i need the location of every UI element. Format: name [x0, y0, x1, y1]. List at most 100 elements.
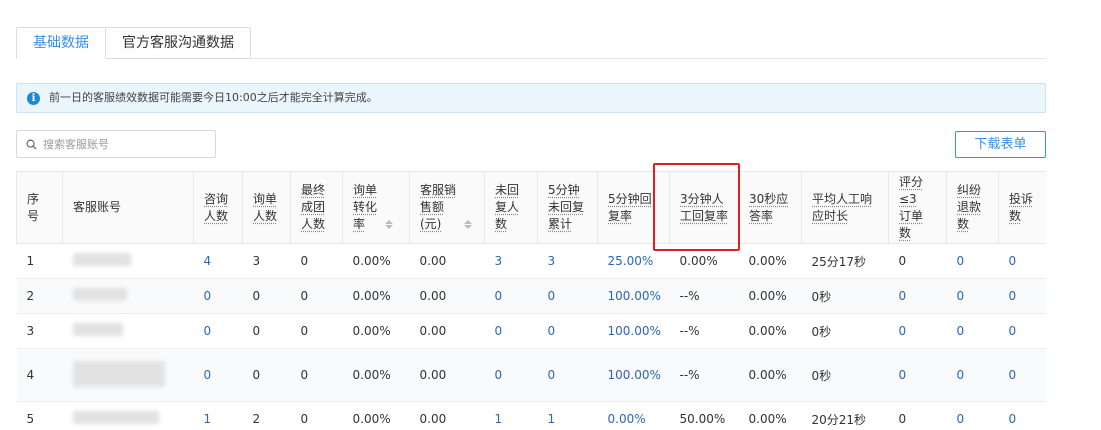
cell-no-reply-5min[interactable]: 0	[537, 278, 598, 314]
cell-sales: 0.00	[409, 313, 485, 349]
cell-consult[interactable]: 0	[193, 313, 243, 349]
cell-complaint[interactable]: 0	[998, 278, 1046, 314]
col-header-conversion[interactable]: 询单转化率	[342, 171, 410, 244]
cell-low-rating[interactable]: 0	[888, 313, 947, 349]
cell-consult[interactable]: 1	[193, 401, 243, 430]
cell-answer-30s: 0.00%	[738, 243, 802, 279]
cell-reply-3min: 50.00%	[669, 401, 739, 430]
cell-reply-5min[interactable]: 25.00%	[597, 243, 670, 279]
download-button[interactable]: 下载表单	[955, 131, 1046, 158]
cell-complaint[interactable]: 0	[998, 243, 1046, 279]
cell-no-reply-5min[interactable]: 0	[537, 348, 598, 402]
cell-index: 5	[16, 401, 63, 430]
cell-answer-30s: 0.00%	[738, 348, 802, 402]
tab-official-service-data[interactable]: 官方客服沟通数据	[105, 27, 251, 59]
table-row: 5 1 2 0 0.00% 0.00 1 1 0.00% 50.00% 0.00…	[16, 401, 1046, 430]
cell-conversion: 0.00%	[342, 401, 410, 430]
table-row: 3 0 0 0 0.00% 0.00 0 0 100.00% --% 0.00%…	[16, 313, 1046, 349]
table-row: 2 0 0 0 0.00% 0.00 0 0 100.00% --% 0.00%…	[16, 278, 1046, 314]
col-header-group: 最终成团人数	[290, 171, 343, 244]
cell-index: 4	[16, 348, 63, 402]
cell-no-reply[interactable]: 0	[484, 278, 538, 314]
cell-complaint[interactable]: 0	[998, 348, 1046, 402]
col-header-consult: 咨询人数	[193, 171, 243, 244]
notice-text: 前一日的客服绩效数据可能需要今日10:00之后才能完全计算完成。	[49, 91, 378, 104]
col-header-avg-response: 平均人工响应时长	[801, 171, 889, 244]
info-icon: i	[27, 92, 40, 105]
cell-sales: 0.00	[409, 278, 485, 314]
col-header-reply-3min: 3分钟人工回复率	[669, 171, 739, 244]
cell-index: 1	[16, 243, 63, 279]
cell-complaint[interactable]: 0	[998, 313, 1046, 349]
cell-index: 2	[16, 278, 63, 314]
cell-reply-3min: --%	[669, 278, 739, 314]
cell-reply-5min[interactable]: 100.00%	[597, 278, 670, 314]
table-row: 4 0 0 0 0.00% 0.00 0 0 100.00% --% 0.00%…	[16, 348, 1046, 402]
cell-reply-5min[interactable]: 100.00%	[597, 348, 670, 402]
col-header-complaint: 投诉数	[998, 171, 1046, 244]
cell-dispute[interactable]: 0	[946, 278, 999, 314]
cell-low-rating[interactable]: 0	[888, 278, 947, 314]
cell-low-rating: 0	[888, 243, 947, 279]
cell-inquiry: 0	[242, 313, 291, 349]
col-header-reply-5min: 5分钟回复率	[597, 171, 670, 244]
tab-bar: 基础数据 官方客服沟通数据	[16, 27, 1046, 59]
cell-group: 0	[290, 313, 343, 349]
cell-complaint[interactable]: 0	[998, 401, 1046, 430]
cell-conversion: 0.00%	[342, 278, 410, 314]
cell-no-reply-5min[interactable]: 1	[537, 401, 598, 430]
cell-inquiry: 0	[242, 348, 291, 402]
cell-no-reply[interactable]: 0	[484, 313, 538, 349]
cell-account-redacted	[62, 313, 194, 349]
cell-no-reply-5min[interactable]: 3	[537, 243, 598, 279]
cell-sales: 0.00	[409, 243, 485, 279]
table-header-row: 序号 客服账号 咨询人数 询单人数 最终成团人数 询单转化率 客服销售额(元) …	[16, 171, 1046, 244]
cell-low-rating: 0	[888, 401, 947, 430]
notice-banner: i 前一日的客服绩效数据可能需要今日10:00之后才能完全计算完成。	[16, 83, 1046, 113]
tab-basic-data[interactable]: 基础数据	[16, 27, 106, 59]
cell-dispute[interactable]: 0	[946, 401, 999, 430]
cell-sales: 0.00	[409, 401, 485, 430]
performance-table: 序号 客服账号 咨询人数 询单人数 最终成团人数 询单转化率 客服销售额(元) …	[16, 171, 1046, 430]
cell-consult[interactable]: 0	[193, 278, 243, 314]
cell-avg-response: 0秒	[801, 348, 889, 402]
cell-answer-30s: 0.00%	[738, 313, 802, 349]
cell-dispute[interactable]: 0	[946, 348, 999, 402]
cell-answer-30s: 0.00%	[738, 401, 802, 430]
search-input[interactable]	[43, 134, 211, 154]
cell-low-rating[interactable]: 0	[888, 348, 947, 402]
cell-sales: 0.00	[409, 348, 485, 402]
col-header-index: 序号	[16, 171, 63, 244]
cell-reply-5min[interactable]: 100.00%	[597, 313, 670, 349]
cell-answer-30s: 0.00%	[738, 278, 802, 314]
col-header-account: 客服账号	[62, 171, 194, 244]
cell-reply-3min: 0.00%	[669, 243, 739, 279]
col-header-low-rating: 评分≤3订单数	[888, 171, 947, 244]
cell-inquiry: 3	[242, 243, 291, 279]
cell-avg-response: 0秒	[801, 278, 889, 314]
cell-no-reply[interactable]: 1	[484, 401, 538, 430]
cell-reply-3min: --%	[669, 348, 739, 402]
sort-icon[interactable]	[385, 219, 393, 230]
sort-icon[interactable]	[464, 219, 472, 230]
table-row: 1 4 3 0 0.00% 0.00 3 3 25.00% 0.00% 0.00…	[16, 243, 1046, 279]
cell-dispute[interactable]: 0	[946, 243, 999, 279]
cell-account-redacted	[62, 348, 194, 402]
cell-no-reply[interactable]: 0	[484, 348, 538, 402]
cell-consult[interactable]: 0	[193, 348, 243, 402]
cell-no-reply-5min[interactable]: 0	[537, 313, 598, 349]
cell-dispute[interactable]: 0	[946, 313, 999, 349]
cell-conversion: 0.00%	[342, 313, 410, 349]
cell-reply-5min[interactable]: 0.00%	[597, 401, 670, 430]
cell-reply-3min: --%	[669, 313, 739, 349]
cell-inquiry: 2	[242, 401, 291, 430]
cell-consult[interactable]: 4	[193, 243, 243, 279]
cell-group: 0	[290, 348, 343, 402]
col-header-sales[interactable]: 客服销售额(元)	[409, 171, 485, 244]
cell-group: 0	[290, 278, 343, 314]
cell-account-redacted	[62, 278, 194, 314]
col-header-no-reply-5min: 5分钟未回复累计	[537, 171, 598, 244]
cell-no-reply[interactable]: 3	[484, 243, 538, 279]
col-header-answer-30s: 30秒应答率	[738, 171, 802, 244]
cell-avg-response: 20分21秒	[801, 401, 889, 430]
